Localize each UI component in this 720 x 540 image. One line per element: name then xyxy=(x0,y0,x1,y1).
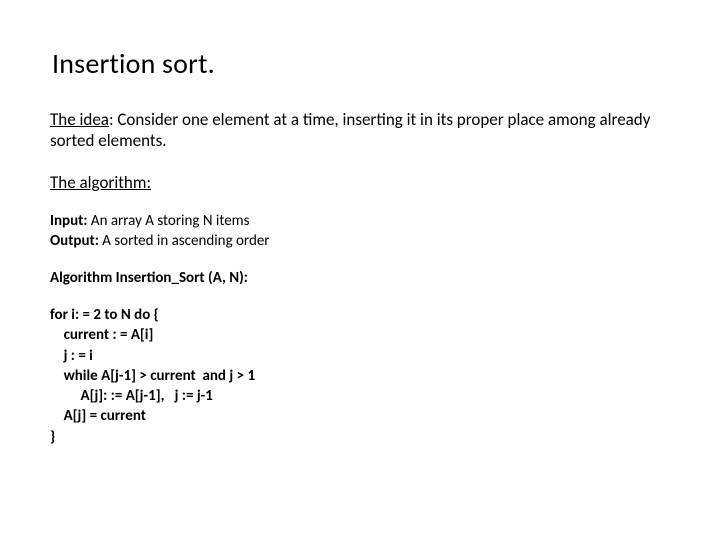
input-label: Input: xyxy=(50,212,88,230)
code-line-3: j : = i xyxy=(50,347,93,365)
code-line-1: for i: = 2 to N do { xyxy=(50,306,159,324)
input-line: Input: An array A storing N items xyxy=(50,211,670,231)
output-line: Output: A sorted in ascending order xyxy=(50,231,670,251)
output-text: A sorted in ascending order xyxy=(99,232,270,250)
code-line-2: current : = A[i] xyxy=(50,326,153,344)
idea-text: : Consider one element at a time, insert… xyxy=(50,109,650,151)
slide: Insertion sort. The idea: Consider one e… xyxy=(0,0,720,540)
io-block: Input: An array A storing N items Output… xyxy=(50,211,670,252)
idea-paragraph: The idea: Consider one element at a time… xyxy=(50,109,670,152)
idea-label: The idea xyxy=(50,109,109,130)
code-line-5: A[j]: := A[j-1], j := j-1 xyxy=(50,387,213,405)
pseudocode-block: for i: = 2 to N do { current : = A[i] j … xyxy=(50,305,670,447)
code-line-4: while A[j-1] > current and j > 1 xyxy=(50,367,255,385)
slide-title: Insertion sort. xyxy=(52,46,670,81)
code-line-7: } xyxy=(50,428,55,446)
input-text: An array A storing N items xyxy=(88,212,250,230)
algorithm-name: Algorithm Insertion_Sort (A, N): xyxy=(50,269,670,287)
output-label: Output: xyxy=(50,232,99,250)
algorithm-heading: The algorithm: xyxy=(50,172,670,193)
code-line-6: A[j] = current xyxy=(50,407,146,425)
